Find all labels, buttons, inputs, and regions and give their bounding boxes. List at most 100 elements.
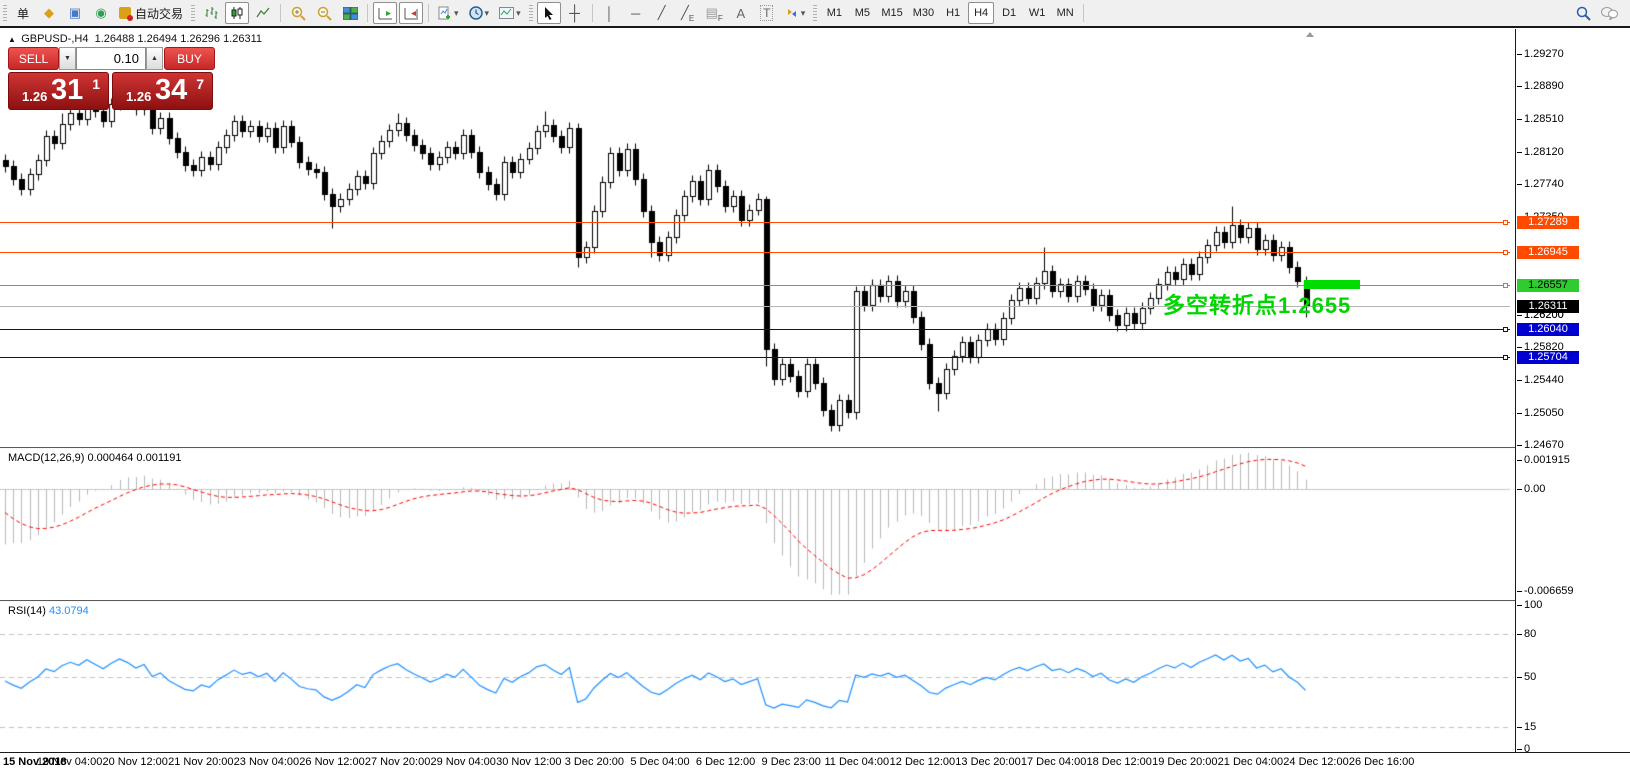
rsi-axis-label: 100	[1524, 599, 1542, 611]
macd-axis-label: 0.001915	[1524, 454, 1570, 466]
line-handle[interactable]	[1503, 250, 1508, 255]
timeframe-button-m15[interactable]: M15	[877, 2, 906, 24]
chat-button[interactable]	[1597, 2, 1622, 24]
periods-dropdown-arrow[interactable]: ▾	[485, 8, 490, 19]
hline-price-label: 1.25704	[1517, 351, 1579, 364]
time-axis-label: 9 Dec 23:00	[762, 756, 821, 768]
horizontal-line-button[interactable]: ─	[624, 2, 648, 24]
terminal-button[interactable]: ▣	[63, 2, 87, 24]
sell-button[interactable]: SELL	[8, 47, 59, 70]
autotrading-button[interactable]: 自动交易	[115, 2, 187, 24]
arrows-dropdown-arrow[interactable]: ▾	[801, 8, 806, 19]
main-chart-panel[interactable]: ▲ GBPUSD-,H4 1.26488 1.26494 1.26296 1.2…	[0, 29, 1515, 447]
signals-button[interactable]: ◉	[89, 2, 113, 24]
time-axis-label: 29 Nov 04:00	[430, 756, 495, 768]
ohlc-high: 1.26494	[137, 33, 177, 45]
templates-button[interactable]: ▾	[495, 2, 525, 24]
price-tick-label: 1.27740	[1524, 178, 1564, 190]
horizontal-line[interactable]	[0, 222, 1510, 223]
line-handle[interactable]	[1503, 283, 1508, 288]
timeframe-button-h1[interactable]: H1	[940, 2, 966, 24]
zoom-out-icon	[317, 6, 332, 21]
sell-price-prefix: 1.26	[22, 89, 47, 104]
line-handle[interactable]	[1503, 327, 1508, 332]
tile-windows-button[interactable]	[338, 2, 362, 24]
volume-input[interactable]	[76, 47, 146, 70]
chart-shift-marker[interactable]	[1306, 32, 1314, 37]
timeframe-button-w1[interactable]: W1	[1024, 2, 1050, 24]
equidistant-channel-button[interactable]: ╱ E	[676, 2, 700, 24]
time-axis[interactable]: 15 Nov 201819 Nov 04:0020 Nov 12:0021 No…	[0, 752, 1630, 771]
search-icon	[1576, 6, 1591, 21]
line-handle[interactable]	[1503, 355, 1508, 360]
price-axis[interactable]: 1.292701.288901.285101.281201.277401.273…	[1515, 29, 1630, 752]
timeframe-button-mn[interactable]: MN	[1052, 2, 1078, 24]
timeframe-button-m5[interactable]: M5	[849, 2, 875, 24]
candlestick-chart-canvas[interactable]	[0, 29, 1515, 447]
price-tick-label: 1.29270	[1524, 48, 1564, 60]
search-button[interactable]	[1571, 2, 1595, 24]
text-button[interactable]: A	[729, 2, 753, 24]
crosshair-button[interactable]: ┼	[563, 2, 587, 24]
text-label-button[interactable]: T	[755, 2, 779, 24]
rsi-axis-label: 80	[1524, 628, 1536, 640]
hline-price-label: 1.27289	[1517, 216, 1579, 229]
toolbar-grip[interactable]	[191, 5, 195, 21]
sell-quote-box[interactable]: 1.26 31 1	[8, 72, 109, 110]
bar-chart-icon	[204, 6, 218, 20]
trendline-button[interactable]: ╱	[650, 2, 674, 24]
horizontal-line[interactable]	[0, 252, 1510, 253]
buy-button[interactable]: BUY	[164, 47, 215, 70]
horizontal-line[interactable]	[0, 357, 1510, 358]
zoom-out-button[interactable]	[312, 2, 336, 24]
chart-shift-button[interactable]	[399, 2, 423, 24]
symbol-collapse-icon[interactable]: ▲	[8, 35, 18, 44]
chart-annotation-text[interactable]: 多空转折点1.2655	[1163, 288, 1351, 320]
rsi-panel[interactable]: RSI(14) 43.0794	[0, 602, 1515, 752]
candlestick-chart-icon	[230, 6, 244, 20]
new-order-label: 单	[17, 5, 29, 22]
toolbar-grip[interactable]	[3, 5, 7, 21]
line-handle[interactable]	[1503, 220, 1508, 225]
trendline-icon: ╱	[658, 5, 666, 21]
ohlc-close: 1.26311	[223, 33, 262, 45]
horizontal-line[interactable]	[0, 285, 1510, 286]
macd-panel[interactable]: MACD(12,26,9) 0.000464 0.001191	[0, 449, 1515, 600]
time-axis-label: 26 Nov 12:00	[299, 756, 364, 768]
time-axis-label: 30 Nov 12:00	[496, 756, 561, 768]
arrows-button[interactable]: ▾	[781, 2, 810, 24]
indicators-button[interactable]: ▾	[434, 2, 463, 24]
buy-price-prefix: 1.26	[126, 89, 151, 104]
rsi-canvas[interactable]	[0, 602, 1515, 752]
timeframe-button-d1[interactable]: D1	[996, 2, 1022, 24]
volume-increase-button[interactable]: ▲	[146, 47, 163, 70]
volume-decrease-button[interactable]: ▼	[59, 47, 76, 70]
metaeditor-button[interactable]: ◆	[37, 2, 61, 24]
line-chart-button[interactable]	[251, 2, 275, 24]
toolbar-grip[interactable]	[813, 5, 817, 21]
auto-scroll-button[interactable]	[373, 2, 397, 24]
bar-chart-button[interactable]	[199, 2, 223, 24]
templates-dropdown-arrow[interactable]: ▾	[516, 8, 521, 19]
toolbar-separator	[1083, 4, 1084, 22]
price-tick-label: 1.25050	[1524, 407, 1564, 419]
timeframe-button-m1[interactable]: M1	[821, 2, 847, 24]
horizontal-line[interactable]	[0, 329, 1510, 330]
cursor-button[interactable]	[537, 2, 561, 24]
vertical-line-button[interactable]: │	[598, 2, 622, 24]
macd-axis-label: -0.006659	[1524, 585, 1574, 597]
toolbar-grip[interactable]	[529, 5, 533, 21]
periods-button[interactable]: ▾	[465, 2, 494, 24]
indicators-dropdown-arrow[interactable]: ▾	[454, 8, 459, 19]
cursor-icon	[543, 6, 555, 20]
macd-canvas[interactable]	[0, 449, 1515, 600]
fibonacci-button[interactable]: ▤ F	[702, 2, 727, 24]
zoom-in-button[interactable]	[286, 2, 310, 24]
price-tick-label: 1.25440	[1524, 374, 1564, 386]
new-order-button[interactable]: 单	[11, 2, 35, 24]
candlestick-chart-button[interactable]	[225, 2, 249, 24]
timeframe-button-m30[interactable]: M30	[909, 2, 938, 24]
tile-windows-icon	[343, 7, 358, 20]
timeframe-button-h4[interactable]: H4	[968, 2, 994, 24]
buy-quote-box[interactable]: 1.26 34 7	[112, 72, 213, 110]
